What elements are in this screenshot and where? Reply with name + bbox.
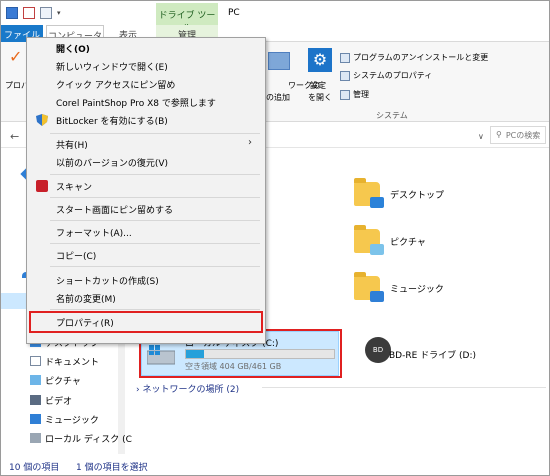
group-divider — [262, 387, 546, 388]
folder-label: ミュージック — [390, 284, 444, 295]
folder-icon — [354, 225, 384, 255]
nav-item-music[interactable]: ミュージック — [30, 410, 99, 428]
nav-item-local-disk-c[interactable]: ローカル ディスク (C — [30, 429, 132, 447]
folder-desktop[interactable]: デスクトップ — [354, 178, 445, 208]
bd-drive-label[interactable]: BD-RE ドライブ (D:) — [389, 348, 476, 361]
back-arrow-icon[interactable]: ← — [10, 130, 19, 143]
bd-drive-icon[interactable]: BD — [365, 337, 391, 363]
menu-item-open-new-window[interactable]: 新しいウィンドウで開く(E) — [56, 58, 168, 74]
menu-separator — [50, 197, 260, 198]
local-disk-icon — [30, 433, 41, 443]
menu-item-share[interactable]: 共有(H) — [56, 136, 88, 152]
network-locations-group-header[interactable]: › ネットワークの場所 (2) — [136, 382, 239, 395]
search-input[interactable]: ⚲ PCの検索 — [490, 126, 546, 144]
pictures-icon — [30, 375, 41, 385]
windows-drive-icon — [146, 345, 176, 365]
videos-icon — [30, 395, 41, 405]
properties-check-icon[interactable]: ✓ — [9, 48, 27, 66]
manage-icon — [340, 89, 350, 100]
quick-access-toolbar: ▾ — [6, 6, 61, 20]
manage-button[interactable]: 管理 — [340, 89, 369, 100]
bitlocker-shield-icon — [36, 114, 48, 126]
properties-qat-icon[interactable] — [23, 7, 35, 19]
folder-icon — [354, 272, 384, 302]
menu-item-open[interactable]: 開く(O) — [56, 40, 90, 56]
nav-item-label: ドキュメント — [45, 357, 100, 368]
nav-item-pictures[interactable]: ピクチャ — [30, 371, 81, 389]
music-icon — [30, 414, 41, 424]
menu-item-create-shortcut[interactable]: ショートカットの作成(S) — [56, 272, 159, 288]
nav-item-label: ローカル ディスク (C — [45, 434, 132, 445]
menu-item-pin-start[interactable]: スタート画面にピン留めする — [56, 201, 173, 217]
window-title: PC — [228, 8, 240, 18]
menu-separator — [50, 309, 260, 310]
menu-item-restore-versions[interactable]: 以前のバージョンの復元(V) — [56, 154, 168, 170]
manage-label: 管理 — [353, 90, 369, 99]
gear-icon[interactable]: ⚙ — [308, 48, 332, 72]
drive-c-usage-bar — [185, 349, 335, 359]
nav-item-documents[interactable]: ドキュメント — [30, 352, 99, 370]
folder-label: ピクチャ — [390, 237, 426, 248]
programs-icon — [340, 52, 350, 63]
drive-c-usage-fill — [186, 350, 204, 358]
menu-separator — [50, 133, 260, 134]
address-history-chevron-icon[interactable]: ∨ — [478, 132, 484, 141]
search-placeholder: PCの検索 — [505, 131, 541, 140]
menu-item-rename[interactable]: 名前の変更(M) — [56, 290, 116, 306]
scan-shield-icon — [36, 180, 48, 192]
uninstall-programs-label: プログラムのアンインストールと変更 — [353, 53, 489, 62]
open-settings-label-line1[interactable]: 設定 — [310, 80, 326, 91]
menu-item-paintshop[interactable]: Corel PaintShop Pro X8 で参照します — [56, 94, 216, 110]
title-bar — [1, 1, 549, 25]
folder-icon — [354, 178, 384, 208]
menu-item-format[interactable]: フォーマット(A)... — [56, 224, 132, 240]
nav-item-label: ミュージック — [45, 415, 99, 426]
network-location-icon[interactable] — [268, 52, 290, 70]
nav-item-videos[interactable]: ビデオ — [30, 391, 72, 409]
explorer-icon — [6, 7, 18, 19]
system-properties-button[interactable]: システムのプロパティ — [340, 70, 432, 81]
menu-item-pin-quick-access[interactable]: クイック アクセスにピン留め — [56, 76, 175, 92]
folder-pictures[interactable]: ピクチャ — [354, 225, 426, 255]
documents-icon — [30, 356, 41, 366]
drive-tools-header: ドライブ ツール — [156, 3, 218, 34]
status-selected-count: 1 個の項目を選択 — [76, 463, 148, 473]
menu-separator — [50, 266, 260, 267]
menu-separator — [50, 243, 260, 244]
new-folder-qat-icon[interactable] — [40, 7, 52, 19]
nav-item-label: ビデオ — [45, 396, 73, 407]
folder-label: デスクトップ — [390, 190, 445, 201]
qat-dropdown-icon[interactable]: ▾ — [57, 9, 61, 17]
uninstall-programs-button[interactable]: プログラムのアンインストールと変更 — [340, 52, 488, 63]
menu-separator — [50, 220, 260, 221]
system-properties-label: システムのプロパティ — [353, 71, 433, 80]
network-locations-label: ネットワークの場所 (2) — [142, 385, 240, 395]
status-item-count: 10 個の項目 — [9, 463, 60, 473]
add-network-location-label-line2[interactable]: の追加 — [266, 92, 290, 103]
ribbon-group-system-label: システム — [376, 111, 408, 120]
drive-c-free-space: 空き領域 404 GB/461 GB — [185, 362, 282, 371]
menu-item-scan[interactable]: スキャン — [56, 178, 92, 194]
nav-item-label: ピクチャ — [45, 376, 81, 387]
properties-red-highlight — [29, 311, 263, 333]
submenu-arrow-icon: › — [248, 137, 252, 148]
system-properties-icon — [340, 70, 350, 81]
menu-item-copy[interactable]: コピー(C) — [56, 247, 96, 263]
search-icon: ⚲ — [496, 130, 502, 139]
menu-separator — [50, 174, 260, 175]
menu-item-bitlocker[interactable]: BitLocker を有効にする(B) — [56, 112, 168, 128]
open-settings-label-line2[interactable]: を開く — [308, 92, 332, 103]
folder-music[interactable]: ミュージック — [354, 272, 444, 302]
